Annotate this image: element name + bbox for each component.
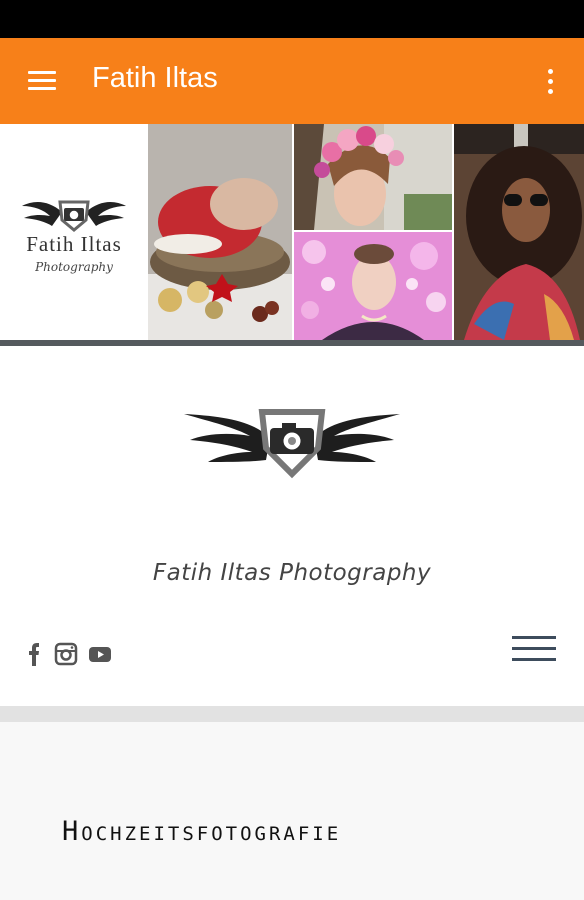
flower-crown-photo [294,124,452,230]
pink-portrait-photo [294,232,452,340]
content-section: Hochzeitsfotografie [0,722,584,900]
winged-camera-logo-icon [22,200,126,232]
banner-logo-tile: Fatih Iltas Photography [0,124,148,340]
app-bar: Fatih Iltas [0,38,584,124]
newborn-photo [148,124,292,340]
app-title: Fatih Iltas [92,62,218,94]
site-title: Fatih Iltas Photography [152,560,432,586]
menu-icon[interactable] [22,66,62,96]
section-heading: Hochzeitsfotografie [62,816,342,847]
more-options-icon[interactable] [534,66,566,98]
facebook-icon[interactable] [24,642,44,666]
header-banner: Fatih Iltas Photography [0,124,584,342]
winged-camera-logo-icon [184,409,400,479]
youtube-icon[interactable] [88,642,112,666]
site-header: Fatih Iltas Photography [0,346,584,706]
instagram-icon[interactable] [54,642,78,666]
site-nav-menu-icon[interactable] [510,632,558,666]
banner-logo-script: Photography [35,260,113,274]
status-bar [0,0,584,38]
sunglasses-portrait-photo [454,124,584,340]
section-divider [0,706,584,722]
banner-logo-name: Fatih Iltas [26,232,122,256]
